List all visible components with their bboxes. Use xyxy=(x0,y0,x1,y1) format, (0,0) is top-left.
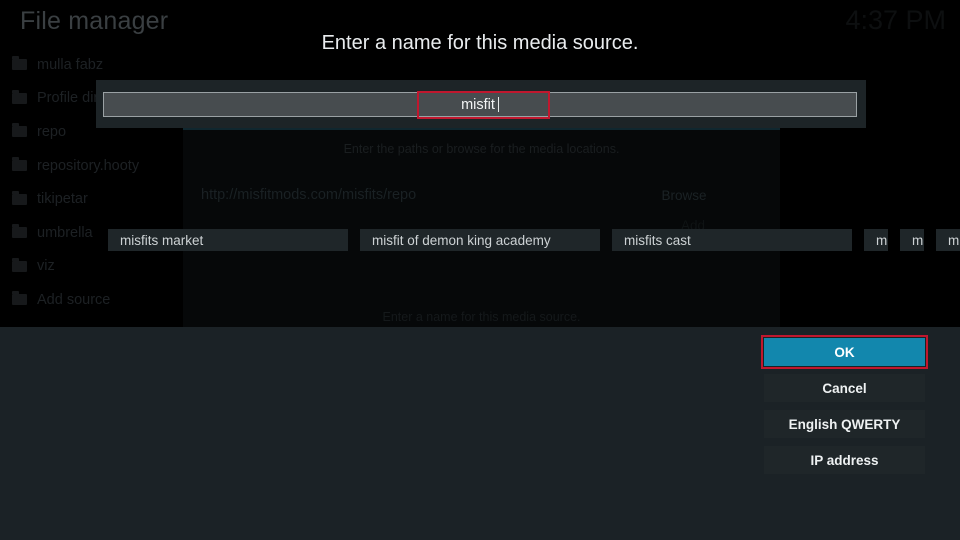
suggestion-item[interactable]: misfits xyxy=(864,229,888,251)
add-source-subtitle: Enter the paths or browse for the media … xyxy=(343,142,620,156)
sidebar-item-label: umbrella xyxy=(37,224,93,241)
english-qwerty-button[interactable]: English QWERTY xyxy=(764,410,925,438)
text-cursor xyxy=(497,97,499,112)
folder-icon xyxy=(12,56,27,71)
sidebar-item-label: viz xyxy=(37,258,55,275)
add-source-footer-hint: Enter a name for this media source. xyxy=(382,310,581,324)
sidebar-item-tikipetar[interactable]: tikipetar xyxy=(0,182,182,216)
folder-icon xyxy=(12,157,27,172)
sidebar-item-label: repo xyxy=(37,123,67,140)
sidebar-item-label: repository.hooty xyxy=(37,157,140,174)
suggestion-item[interactable]: misfit of demon king academy xyxy=(360,229,600,251)
name-input[interactable]: misfit xyxy=(103,92,857,117)
sidebar-item-label: Add source xyxy=(37,291,111,308)
source-path-row[interactable]: http://misfitmods.com/misfits/repo Brows… xyxy=(201,178,764,212)
dialog-button-column: OK Cancel English QWERTY IP address xyxy=(764,338,925,482)
dialog-heading: Enter a name for this media source. xyxy=(321,32,639,54)
source-path-value[interactable]: http://misfitmods.com/misfits/repo xyxy=(201,187,604,203)
folder-icon xyxy=(12,123,27,138)
sidebar-item-repository-hooty[interactable]: repository.hooty xyxy=(0,149,182,183)
sidebar-item-label: Profile dir xyxy=(37,90,99,107)
sidebar-item-add-source[interactable]: Add source xyxy=(0,283,182,317)
add-source-dialog-background: Enter the paths or browse for the media … xyxy=(183,128,780,328)
name-entry-panel: misfit xyxy=(96,80,866,128)
ok-button[interactable]: OK xyxy=(764,338,925,366)
browse-button[interactable]: Browse xyxy=(604,188,764,203)
suggestion-item[interactable]: misfits market xyxy=(108,229,348,251)
ip-address-button[interactable]: IP address xyxy=(764,446,925,474)
sidebar-item-viz[interactable]: viz xyxy=(0,250,182,284)
virtual-keyboard-keys: 1234567890-=`qwertyuiop[]\asdfghjkl;'zxc… xyxy=(0,327,755,540)
name-input-value: misfit xyxy=(461,96,495,113)
cancel-button[interactable]: Cancel xyxy=(764,374,925,402)
folder-icon xyxy=(12,89,27,104)
suggestion-grid: misfits market misfit of demon king acade… xyxy=(108,229,960,251)
folder-icon xyxy=(12,291,27,306)
folder-icon xyxy=(12,257,27,272)
suggestion-item[interactable]: misfits cast xyxy=(612,229,852,251)
suggestion-item[interactable]: misfits band xyxy=(936,229,960,251)
folder-icon xyxy=(12,224,27,239)
suggestion-item[interactable]: misfit toys xyxy=(900,229,924,251)
sidebar-item-label: tikipetar xyxy=(37,191,88,208)
sidebar-item-label: mulla fabz xyxy=(37,56,104,73)
kodi-virtual-keyboard-screen: File manager 4:37 PM mulla fabz Profile d… xyxy=(0,0,960,540)
folder-icon xyxy=(12,190,27,205)
